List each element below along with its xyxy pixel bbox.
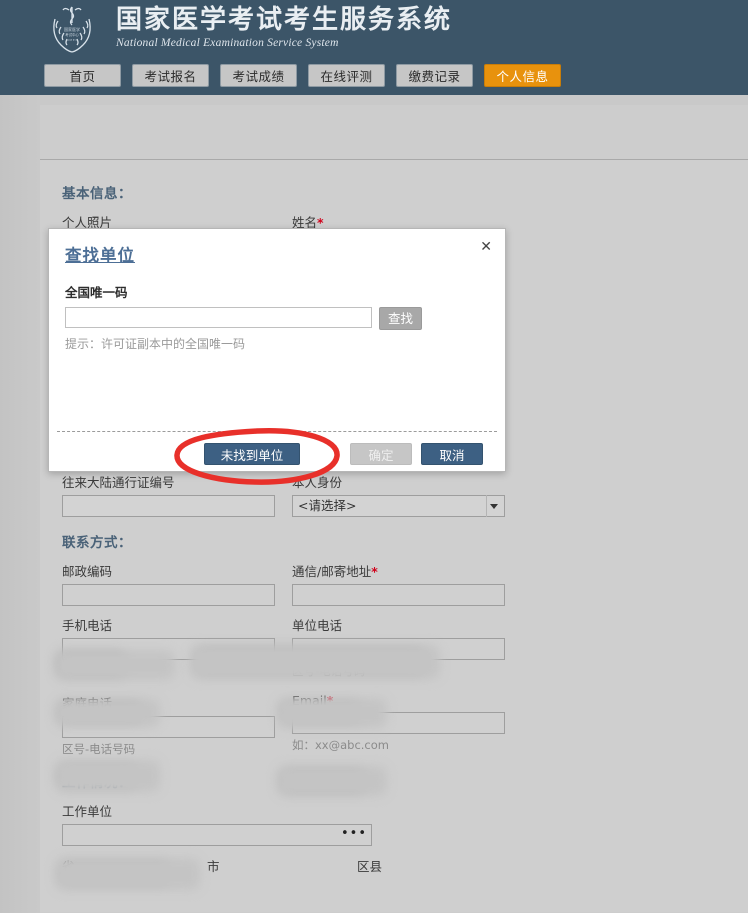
hint-email: 如：xx@abc.com — [292, 737, 507, 753]
permit-input[interactable] — [62, 495, 275, 517]
field-identity: 本人身份 <请选择> — [292, 472, 507, 517]
label-address-text: 通信/邮寄地址 — [292, 564, 371, 579]
postcode-input[interactable] — [62, 584, 275, 606]
field-work-phone: 单位电话 区号-电话号码 — [292, 615, 507, 679]
nav-item-payment-records[interactable]: 缴费记录 — [396, 64, 473, 87]
required-mark-email: * — [327, 693, 334, 708]
work-phone-input[interactable] — [292, 638, 505, 660]
nav-item-exam-results[interactable]: 考试成绩 — [220, 64, 297, 87]
field-district: 区县 — [357, 856, 507, 879]
page-left-strip — [0, 95, 40, 913]
field-city: 市 — [207, 856, 357, 879]
field-email: Email* 如：xx@abc.com — [292, 693, 507, 757]
nav-item-home[interactable]: 首页 — [44, 64, 121, 87]
app-root: 国家医学 考试中心 N M E C 国家医学考试考生服务系统 National … — [0, 0, 748, 913]
site-logo-icon: 国家医学 考试中心 N M E C — [42, 2, 102, 54]
address-input[interactable] — [292, 584, 505, 606]
field-postcode: 邮政编码 — [62, 561, 277, 606]
find-button[interactable]: 查找 — [379, 307, 422, 330]
dialog-body: 全国唯一码 查找 提示：许可证副本中的全国唯一码 — [49, 266, 505, 352]
field-address: 通信/邮寄地址* — [292, 561, 507, 606]
home-phone-input[interactable] — [62, 716, 275, 738]
dialog-separator — [57, 431, 497, 432]
national-code-row: 查找 — [65, 307, 489, 330]
label-email-text: Email — [292, 693, 327, 708]
find-organization-dialog: 查找单位 ✕ 全国唯一码 查找 提示：许可证副本中的全国唯一码 未找到单位 确定… — [48, 228, 506, 472]
label-national-code: 全国唯一码 — [65, 282, 489, 301]
identity-select[interactable]: <请选择> — [292, 495, 505, 517]
dialog-title: 查找单位 — [65, 246, 135, 265]
row-mobile-workphone: 手机电话 单位电话 区号-电话号码 — [62, 615, 748, 679]
required-mark-address: * — [371, 564, 378, 579]
dialog-footer: 未找到单位 确定 取消 — [49, 443, 505, 465]
label-province: 省 — [62, 856, 207, 875]
section-title-contact: 联系方式： — [62, 531, 748, 551]
svg-text:N M E C: N M E C — [67, 38, 78, 42]
site-title-en: National Medical Examination Service Sys… — [116, 37, 452, 49]
svg-text:考试中心: 考试中心 — [65, 32, 79, 37]
cancel-button[interactable]: 取消 — [421, 443, 483, 465]
main-nav: 首页 考试报名 考试成绩 在线评测 缴费记录 个人信息 — [0, 55, 748, 95]
label-home-phone: 家庭电话 — [62, 693, 277, 712]
nav-item-online-assessment[interactable]: 在线评测 — [308, 64, 385, 87]
dialog-header: 查找单位 ✕ — [49, 229, 505, 266]
row-permit-identity: 往来大陆通行证编号 本人身份 <请选择> — [62, 472, 748, 517]
panel-toolbar — [40, 105, 748, 160]
label-email: Email* — [292, 693, 507, 708]
section-title-basic: 基本信息： — [62, 182, 748, 202]
row-region: 省 市 区县 — [62, 856, 748, 879]
row-homephone-email: 家庭电话 区号-电话号码 Email* 如：xx@abc.com — [62, 693, 748, 757]
row-postcode-address: 邮政编码 通信/邮寄地址* — [62, 561, 748, 606]
label-district: 区县 — [357, 856, 507, 875]
label-permit: 往来大陆通行证编号 — [62, 472, 277, 491]
national-code-input[interactable] — [65, 307, 372, 328]
site-header: 国家医学 考试中心 N M E C 国家医学考试考生服务系统 National … — [0, 0, 748, 55]
svg-text:国家医学: 国家医学 — [64, 26, 80, 32]
close-icon[interactable]: ✕ — [480, 240, 492, 254]
field-employer: 工作单位 ••• — [62, 801, 748, 846]
mobile-input[interactable] — [62, 638, 275, 660]
hint-work-phone: 区号-电话号码 — [292, 663, 507, 679]
label-address: 通信/邮寄地址* — [292, 561, 507, 580]
not-found-button[interactable]: 未找到单位 — [204, 443, 300, 465]
site-title-cn: 国家医学考试考生服务系统 — [116, 6, 452, 35]
label-employer: 工作单位 — [62, 801, 748, 820]
label-work-phone: 单位电话 — [292, 615, 507, 634]
confirm-button[interactable]: 确定 — [350, 443, 412, 465]
section-title-work: 工作情况： — [62, 771, 748, 791]
employer-input[interactable]: ••• — [62, 824, 372, 846]
nav-item-exam-registration[interactable]: 考试报名 — [132, 64, 209, 87]
field-home-phone: 家庭电话 区号-电话号码 — [62, 693, 277, 757]
employer-picker-button[interactable]: ••• — [341, 828, 367, 840]
label-mobile: 手机电话 — [62, 615, 277, 634]
label-postcode: 邮政编码 — [62, 561, 277, 580]
label-city: 市 — [207, 856, 357, 875]
email-input[interactable] — [292, 712, 505, 734]
dialog-hint: 提示：许可证副本中的全国唯一码 — [65, 335, 489, 352]
field-mobile: 手机电话 — [62, 615, 277, 679]
nav-item-personal-info[interactable]: 个人信息 — [484, 64, 561, 87]
field-permit: 往来大陆通行证编号 — [62, 472, 277, 517]
label-identity: 本人身份 — [292, 472, 507, 491]
content-panel: 基本信息： 个人照片 点击右上角按钮上传照片 姓名* — [40, 105, 748, 913]
identity-value: <请选择> — [298, 498, 356, 513]
hint-home-phone: 区号-电话号码 — [62, 741, 277, 757]
field-province: 省 — [62, 856, 207, 879]
